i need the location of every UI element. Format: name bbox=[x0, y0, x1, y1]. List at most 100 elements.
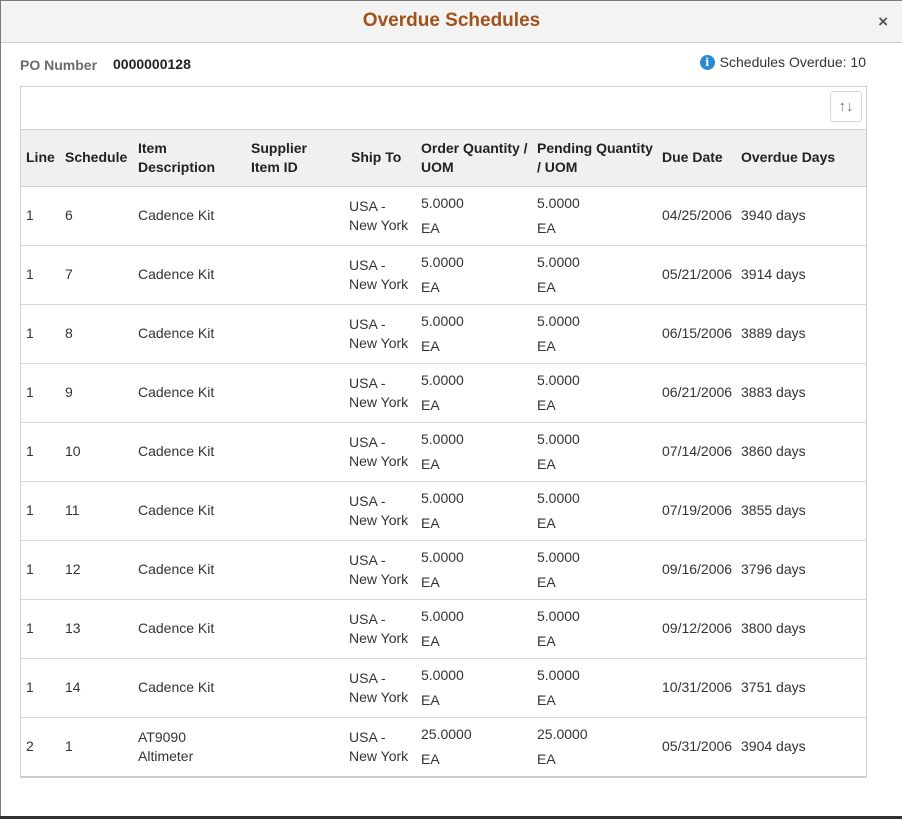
ship-to-cell: USA - New York bbox=[349, 315, 409, 351]
line-cell: 2 bbox=[26, 738, 34, 755]
pending-quantity-value: 5.0000 bbox=[537, 489, 580, 506]
pending-uom-value: EA bbox=[537, 632, 556, 649]
supplier-item-id-cell bbox=[241, 717, 336, 776]
line-cell: 1 bbox=[26, 325, 34, 341]
overdue-days-cell: 3860 days bbox=[741, 443, 806, 459]
due-date-cell: 04/25/2006 bbox=[662, 207, 733, 223]
line-cell: 1 bbox=[26, 561, 34, 577]
line-cell: 1 bbox=[26, 502, 34, 518]
schedule-cell: 8 bbox=[65, 325, 73, 341]
schedule-cell: 9 bbox=[65, 384, 73, 400]
pending-quantity-cell: 5.0000 EA bbox=[532, 245, 657, 304]
order-quantity-value: 5.0000 bbox=[421, 489, 464, 506]
table-row: 1 6 Cadence Kit USA - New York 5.0000 EA 5.000… bbox=[21, 186, 866, 245]
column-header-supplier-item-id: Supplier Item ID bbox=[241, 130, 336, 187]
due-date-cell: 10/31/2006 bbox=[662, 679, 733, 695]
ship-to-cell: USA - New York bbox=[349, 492, 409, 528]
order-quantity-cell: 25.0000 EA bbox=[416, 717, 532, 776]
order-uom-value: EA bbox=[421, 632, 440, 649]
order-uom-value: EA bbox=[421, 514, 440, 531]
column-header-overdue-days: Overdue Days bbox=[736, 130, 866, 187]
schedules-overdue-summary: i Schedules Overdue: 10 bbox=[699, 54, 866, 70]
order-uom-value: EA bbox=[421, 396, 440, 413]
table-row: 1 10 Cadence Kit USA - New York 5.0000 EA 5.00… bbox=[21, 422, 866, 481]
line-cell: 1 bbox=[26, 679, 34, 695]
order-quantity-value: 5.0000 bbox=[421, 312, 464, 329]
pending-uom-value: EA bbox=[537, 219, 556, 236]
table-row: 1 13 Cadence Kit USA - New York 5.0000 EA 5.00… bbox=[21, 599, 866, 658]
table-row: 2 1 AT9090 Altimeter USA - New York 25.0000 E… bbox=[21, 717, 866, 776]
overdue-days-cell: 3796 days bbox=[741, 561, 806, 577]
column-header-line: Line bbox=[21, 130, 60, 187]
sort-button[interactable]: ↑↓ bbox=[830, 91, 862, 122]
order-uom-value: EA bbox=[421, 691, 440, 708]
supplier-item-id-cell bbox=[241, 304, 336, 363]
ship-to-cell: USA - New York bbox=[349, 256, 409, 292]
pending-quantity-cell: 25.0000 EA bbox=[532, 717, 657, 776]
dialog-title: Overdue Schedules bbox=[362, 10, 541, 31]
supplier-item-id-cell bbox=[241, 481, 336, 540]
pending-uom-value: EA bbox=[537, 691, 556, 708]
order-quantity-cell: 5.0000 EA bbox=[416, 245, 532, 304]
overdue-schedules-grid: ↑↓ Line Schedule Item Description Suppli… bbox=[20, 86, 867, 778]
item-description-cell: Cadence Kit bbox=[138, 679, 215, 695]
column-header-schedule: Schedule bbox=[60, 130, 133, 187]
line-cell: 1 bbox=[26, 266, 34, 282]
grid-toolbar: ↑↓ bbox=[21, 87, 866, 130]
overdue-days-cell: 3883 days bbox=[741, 384, 806, 400]
order-uom-value: EA bbox=[421, 573, 440, 590]
table-row: 1 8 Cadence Kit USA - New York 5.0000 EA 5.000… bbox=[21, 304, 866, 363]
ship-to-cell: USA - New York bbox=[349, 610, 409, 646]
order-quantity-cell: 5.0000 EA bbox=[416, 186, 532, 245]
item-description-cell: Cadence Kit bbox=[138, 266, 215, 282]
schedules-table: Line Schedule Item Description Supplier … bbox=[21, 130, 866, 776]
order-quantity-cell: 5.0000 EA bbox=[416, 304, 532, 363]
dialog-header: Overdue Schedules × bbox=[1, 1, 902, 43]
item-description-cell: AT9090 Altimeter bbox=[138, 728, 194, 764]
pending-quantity-cell: 5.0000 EA bbox=[532, 304, 657, 363]
due-date-cell: 06/15/2006 bbox=[662, 325, 733, 341]
supplier-item-id-cell bbox=[241, 422, 336, 481]
order-quantity-cell: 5.0000 EA bbox=[416, 658, 532, 717]
pending-uom-value: EA bbox=[537, 573, 556, 590]
pending-quantity-value: 5.0000 bbox=[537, 607, 580, 624]
line-cell: 1 bbox=[26, 207, 34, 223]
po-number-value: 0000000128 bbox=[113, 56, 191, 72]
ship-to-cell: USA - New York bbox=[349, 728, 409, 764]
overdue-days-cell: 3855 days bbox=[741, 502, 806, 518]
po-number-label: PO Number bbox=[20, 57, 98, 73]
item-description-cell: Cadence Kit bbox=[138, 325, 215, 341]
po-info-row: PO Number 0000000128 i Schedules Overdue… bbox=[1, 43, 902, 85]
close-button[interactable]: × bbox=[878, 12, 888, 32]
due-date-cell: 09/12/2006 bbox=[662, 620, 733, 636]
supplier-item-id-cell bbox=[241, 363, 336, 422]
pending-quantity-value: 5.0000 bbox=[537, 548, 580, 565]
pending-quantity-value: 5.0000 bbox=[537, 253, 580, 270]
schedule-cell: 10 bbox=[65, 443, 81, 459]
info-icon[interactable]: i bbox=[699, 54, 715, 70]
pending-quantity-cell: 5.0000 EA bbox=[532, 481, 657, 540]
table-row: 1 9 Cadence Kit USA - New York 5.0000 EA 5.000… bbox=[21, 363, 866, 422]
schedule-cell: 1 bbox=[65, 738, 73, 755]
order-quantity-value: 5.0000 bbox=[421, 548, 464, 565]
supplier-item-id-cell bbox=[241, 658, 336, 717]
column-header-order-quantity: Order Quantity / UOM bbox=[416, 130, 532, 187]
supplier-item-id-cell bbox=[241, 599, 336, 658]
column-header-item-description: Item Description bbox=[133, 130, 241, 187]
ship-to-cell: USA - New York bbox=[349, 433, 409, 469]
table-body: 1 6 Cadence Kit USA - New York 5.0000 EA 5.000… bbox=[21, 186, 866, 776]
due-date-cell: 09/16/2006 bbox=[662, 561, 733, 577]
order-uom-value: EA bbox=[421, 219, 440, 236]
table-header-row: Line Schedule Item Description Supplier … bbox=[21, 130, 866, 187]
order-uom-value: EA bbox=[421, 750, 440, 767]
table-row: 1 14 Cadence Kit USA - New York 5.0000 EA 5.00… bbox=[21, 658, 866, 717]
supplier-item-id-cell bbox=[241, 245, 336, 304]
overdue-days-cell: 3800 days bbox=[741, 620, 806, 636]
due-date-cell: 05/31/2006 bbox=[662, 738, 733, 755]
table-row: 1 12 Cadence Kit USA - New York 5.0000 EA 5.00… bbox=[21, 540, 866, 599]
order-uom-value: EA bbox=[421, 455, 440, 472]
due-date-cell: 05/21/2006 bbox=[662, 266, 733, 282]
item-description-cell: Cadence Kit bbox=[138, 620, 215, 636]
schedule-cell: 14 bbox=[65, 679, 81, 695]
order-quantity-value: 5.0000 bbox=[421, 430, 464, 447]
